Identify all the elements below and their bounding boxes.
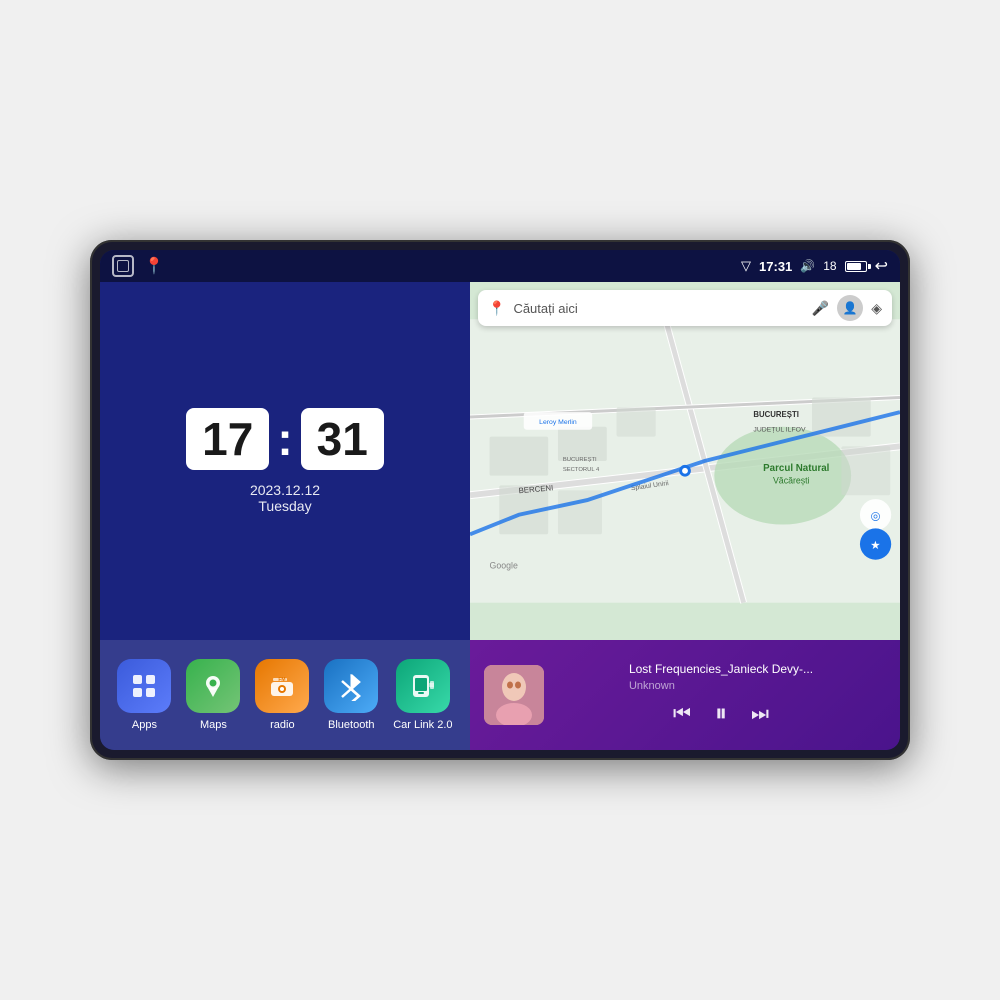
app-item-bluetooth[interactable]: Bluetooth [324,659,378,731]
battery-icon [845,261,867,272]
svg-text:JUDEȚUL ILFOV: JUDEȚUL ILFOV [753,427,806,434]
status-bar-left: 📍 [112,255,164,277]
user-avatar[interactable]: 👤 [837,295,863,321]
bluetooth-icon-box [324,659,378,713]
apps-label: Apps [132,719,157,731]
svg-text:Leroy Merlin: Leroy Merlin [539,419,577,426]
app-item-apps[interactable]: Apps [117,659,171,731]
clock-minute-block: 31 [301,408,384,470]
album-art-image [484,665,544,725]
svg-text:★: ★ [870,539,881,552]
carlink-icon [408,671,438,701]
music-player: Lost Frequencies_Janieck Devy-... Unknow… [470,640,900,750]
map-widget[interactable]: Parcul Natural Văcărești BERCENI [470,282,900,640]
clock-widget: 17 : 31 2023.12.12 Tuesday [100,282,470,640]
radio-icon: FM [267,671,297,701]
carlink-label: Car Link 2.0 [393,719,452,731]
clock-hour: 17 [202,413,253,465]
music-controls: ⏮ ⏸ ⏭ [673,700,769,728]
map-svg: Parcul Natural Văcărești BERCENI [470,282,900,640]
maps-pin-icon: 📍 [488,300,505,317]
status-bar: 📍 ▽ 17:31 🔊 18 ↩ [100,250,900,282]
app-item-maps[interactable]: Maps [186,659,240,731]
day-text: Tuesday [250,498,320,514]
volume-icon: 🔊 [800,259,815,273]
radio-label: radio [270,719,294,731]
app-dock: Apps Maps [100,640,470,750]
maps-icon-box [186,659,240,713]
next-button[interactable]: ⏭ [751,703,769,726]
svg-text:SECTORUL 4: SECTORUL 4 [563,467,600,473]
svg-text:Google: Google [490,561,518,571]
clock-hour-block: 17 [186,408,269,470]
home-button[interactable] [112,255,134,277]
music-title: Lost Frequencies_Janieck Devy-... [629,662,813,676]
svg-text:FM: FM [279,677,286,683]
svg-text:Văcărești: Văcărești [773,475,810,485]
battery-level: 18 [823,259,836,273]
app-item-radio[interactable]: FM radio [255,659,309,731]
radio-icon-box: FM [255,659,309,713]
clock-colon: : [277,412,292,466]
left-panel: 17 : 31 2023.12.12 Tuesday [100,282,470,750]
bluetooth-label: Bluetooth [328,719,374,731]
svg-text:BUCUREȘTI: BUCUREȘTI [563,457,597,463]
map-search-bar[interactable]: 📍 Căutați aici 🎤 👤 ◈ [478,290,892,326]
maps-label: Maps [200,719,227,731]
bluetooth-icon [337,671,365,701]
layers-icon[interactable]: ◈ [871,300,882,317]
home-icon [117,260,129,272]
app-item-carlink[interactable]: Car Link 2.0 [393,659,452,731]
status-bar-right: ▽ 17:31 🔊 18 ↩ [741,256,888,276]
back-icon[interactable]: ↩ [875,256,888,276]
maps-icon [198,671,228,701]
right-panel: Parcul Natural Văcărești BERCENI [470,282,900,750]
date-display: 2023.12.12 Tuesday [250,482,320,514]
map-search-text: Căutați aici [513,301,803,316]
mic-icon[interactable]: 🎤 [812,300,829,317]
apps-icon [130,672,158,700]
prev-button[interactable]: ⏮ [673,703,691,726]
nav-icon[interactable]: 📍 [144,256,164,276]
album-art [484,665,544,725]
main-content: 17 : 31 2023.12.12 Tuesday [100,282,900,750]
svg-text:BUCUREȘTI: BUCUREȘTI [753,410,798,419]
device-screen: 📍 ▽ 17:31 🔊 18 ↩ 17 [100,250,900,750]
clock-display: 17 : 31 [186,408,384,470]
music-info: Lost Frequencies_Janieck Devy-... Unknow… [629,662,813,692]
device-frame: 📍 ▽ 17:31 🔊 18 ↩ 17 [90,240,910,760]
svg-text:◎: ◎ [870,510,880,523]
music-artist: Unknown [629,680,813,692]
time-display: 17:31 [759,259,792,274]
music-player-right: Lost Frequencies_Janieck Devy-... Unknow… [556,662,886,728]
signal-icon: ▽ [741,258,751,274]
map-background: Parcul Natural Văcărești BERCENI [470,282,900,640]
apps-icon-box [117,659,171,713]
play-pause-button[interactable]: ⏸ [715,700,727,728]
carlink-icon-box [396,659,450,713]
svg-text:Parcul Natural: Parcul Natural [763,463,830,474]
clock-minute: 31 [317,413,368,465]
date-text: 2023.12.12 [250,482,320,498]
